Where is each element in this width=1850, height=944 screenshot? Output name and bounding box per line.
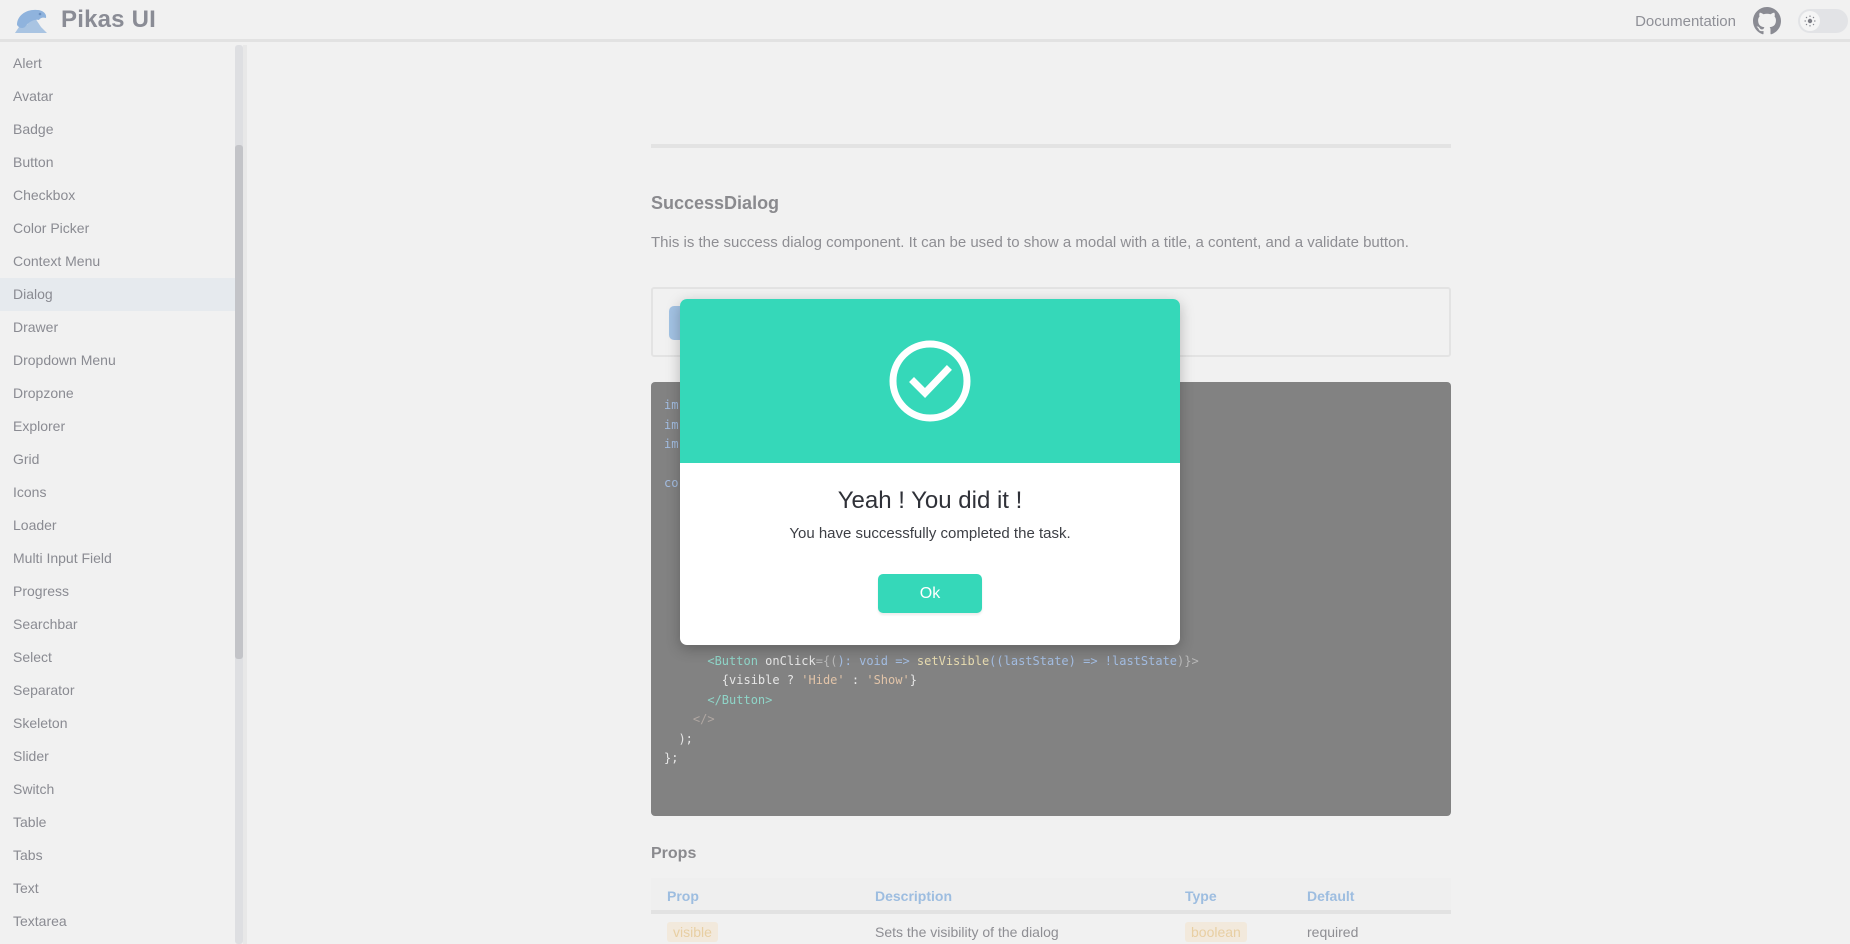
success-dialog: Yeah ! You did it ! You have successfull… [680,299,1180,645]
dialog-title: Yeah ! You did it ! [837,487,1023,514]
dialog-header [680,299,1180,463]
ok-button[interactable]: Ok [878,574,982,613]
dialog-message: You have successfully completed the task… [789,525,1071,542]
check-circle-icon [889,340,971,422]
